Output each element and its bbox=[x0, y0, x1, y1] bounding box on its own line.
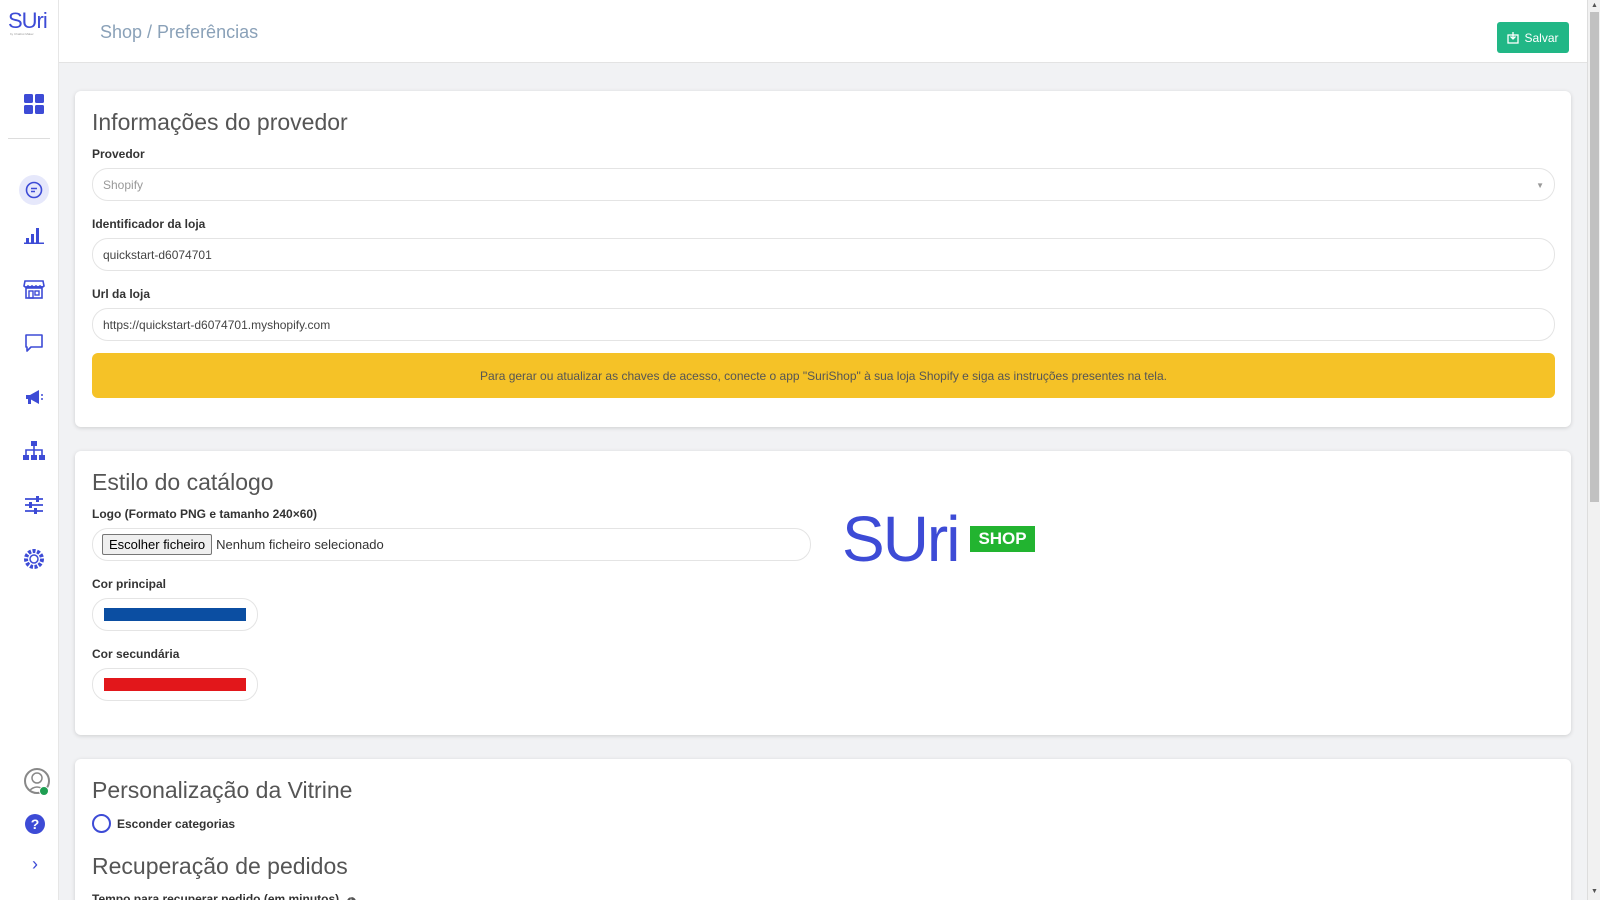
primary-color-label: Cor principal bbox=[92, 577, 167, 591]
secondary-color-label: Cor secundária bbox=[92, 647, 180, 661]
chevron-right-icon[interactable]: › bbox=[32, 854, 38, 875]
provider-info-card: Informações do provedor Provedor Shopify… bbox=[75, 91, 1571, 427]
store-id-label: Identificador da loja bbox=[92, 217, 206, 231]
scroll-down-arrow-icon[interactable]: ▼ bbox=[1591, 888, 1598, 895]
brand-shop-badge: SHOP bbox=[970, 526, 1035, 552]
message-icon[interactable] bbox=[22, 331, 46, 355]
save-button-label: Salvar bbox=[1524, 30, 1559, 45]
chat-icon[interactable] bbox=[19, 175, 49, 205]
catalog-logo-preview: SUri SHOP bbox=[842, 507, 1035, 571]
store-icon[interactable] bbox=[22, 277, 46, 301]
logo-upload-label: Logo (Formato PNG e tamanho 240×60) bbox=[92, 507, 318, 521]
sidebar: SUri by Chatbot Maker ? › bbox=[0, 0, 59, 900]
provider-card-title: Informações do provedor bbox=[92, 109, 348, 135]
sliders-icon[interactable] bbox=[22, 493, 46, 517]
secondary-color-picker[interactable] bbox=[92, 668, 258, 701]
online-status-dot bbox=[39, 786, 49, 796]
showcase-card-title: Personalização da Vitrine bbox=[92, 777, 353, 803]
breadcrumb: Shop / Preferências bbox=[100, 22, 259, 42]
catalog-style-card: Estilo do catálogo Logo (Formato PNG e t… bbox=[75, 451, 1571, 735]
save-button[interactable]: Salvar bbox=[1497, 22, 1569, 53]
save-icon bbox=[1507, 31, 1520, 44]
settings-icon[interactable] bbox=[22, 547, 46, 571]
store-url-value: https://quickstart-d6074701.myshopify.co… bbox=[103, 317, 331, 332]
primary-color-swatch bbox=[104, 608, 246, 621]
choose-file-button[interactable]: Escolher ficheiro bbox=[102, 534, 213, 555]
scroll-thumb[interactable] bbox=[1590, 12, 1599, 502]
sitemap-icon[interactable] bbox=[22, 439, 46, 463]
megaphone-icon[interactable] bbox=[22, 385, 46, 409]
scroll-up-arrow-icon[interactable]: ▲ bbox=[1591, 2, 1598, 9]
logo-file-input[interactable]: Escolher ficheiro Nenhum ficheiro seleci… bbox=[92, 528, 811, 561]
store-url-field[interactable]: https://quickstart-d6074701.myshopify.co… bbox=[92, 308, 1555, 341]
hide-categories-radio[interactable] bbox=[92, 814, 111, 833]
store-id-field[interactable]: quickstart-d6074701 bbox=[92, 238, 1555, 271]
chevron-down-icon: ▼ bbox=[1536, 181, 1544, 190]
store-url-label: Url da loja bbox=[92, 287, 151, 301]
dashboard-icon[interactable] bbox=[22, 92, 46, 116]
app-logo[interactable]: SUri by Chatbot Maker bbox=[8, 8, 50, 38]
file-status-text: Nenhum ficheiro selecionado bbox=[216, 537, 384, 552]
provider-select[interactable]: Shopify ▼ bbox=[92, 168, 1555, 201]
catalog-card-title: Estilo do catálogo bbox=[92, 469, 274, 495]
store-id-value: quickstart-d6074701 bbox=[103, 247, 212, 262]
analytics-icon[interactable] bbox=[22, 223, 46, 247]
recovery-time-label-text: Tempo para recuperar pedido (em minutos) bbox=[92, 892, 340, 900]
provider-label: Provedor bbox=[92, 147, 145, 161]
showcase-card: Personalização da Vitrine Esconder categ… bbox=[75, 759, 1571, 900]
primary-color-picker[interactable] bbox=[92, 598, 258, 631]
recovery-time-label: Tempo para recuperar pedido (em minutos)… bbox=[92, 892, 356, 900]
access-keys-alert: Para gerar ou atualizar as chaves de ace… bbox=[92, 353, 1555, 398]
brand-logo-text: SUri bbox=[842, 503, 960, 575]
top-header: Shop / Preferências Salvar bbox=[59, 0, 1587, 63]
logo-subtitle: by Chatbot Maker bbox=[10, 32, 34, 36]
provider-select-value: Shopify bbox=[103, 177, 144, 192]
page-scrollbar[interactable]: ▲ ▼ bbox=[1587, 0, 1600, 900]
secondary-color-swatch bbox=[104, 678, 246, 691]
logo-text: SUri bbox=[8, 8, 48, 33]
recovery-title: Recuperação de pedidos bbox=[92, 853, 348, 879]
help-icon[interactable]: ? bbox=[25, 814, 45, 834]
hide-categories-label: Esconder categorias bbox=[117, 817, 236, 831]
sidebar-divider bbox=[8, 138, 50, 139]
